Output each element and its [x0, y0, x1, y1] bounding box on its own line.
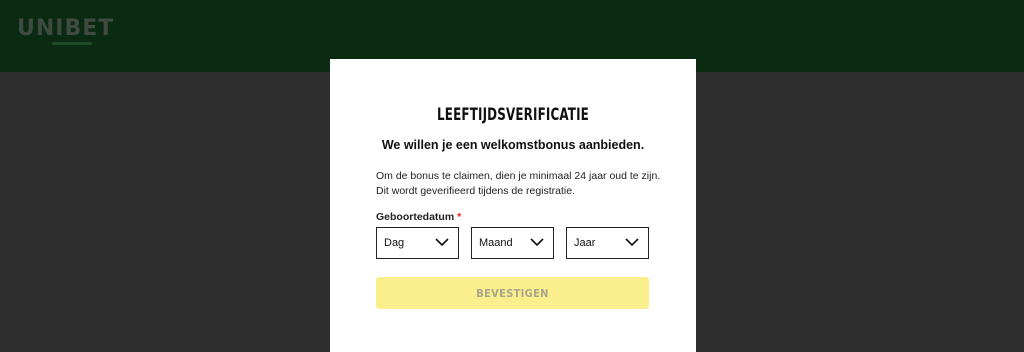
age-verification-modal: LEEFTIJDSVERIFICATIE We willen je een we… [330, 59, 696, 352]
chevron-down-icon [625, 238, 639, 247]
modal-subtitle: We willen je een welkomstbonus aanbieden… [381, 138, 645, 152]
modal-title: LEEFTIJDSVERIFICATIE [437, 105, 589, 125]
month-select-value: Maand [479, 237, 513, 249]
description-line: Dit wordt geverifieerd tijdens de regist… [376, 185, 576, 197]
dob-label-text: Geboortedatum [376, 211, 455, 223]
month-select[interactable]: Maand [471, 227, 554, 259]
chevron-down-icon [435, 238, 449, 247]
year-select[interactable]: Jaar [566, 227, 649, 259]
year-select-value: Jaar [574, 237, 596, 249]
modal-description: Om de bonus te claimen, dien je minimaal… [376, 169, 676, 199]
day-select[interactable]: Dag [376, 227, 459, 259]
confirm-button[interactable]: BEVESTIGEN [376, 277, 649, 309]
day-select-value: Dag [384, 237, 405, 249]
unibet-logo[interactable]: UNIBET [17, 16, 114, 41]
logo-underline [52, 42, 92, 45]
required-marker: * [457, 211, 462, 223]
chevron-down-icon [530, 238, 544, 247]
dob-label: Geboortedatum * [376, 211, 461, 223]
description-line: Om de bonus te claimen, dien je minimaal… [376, 170, 661, 182]
